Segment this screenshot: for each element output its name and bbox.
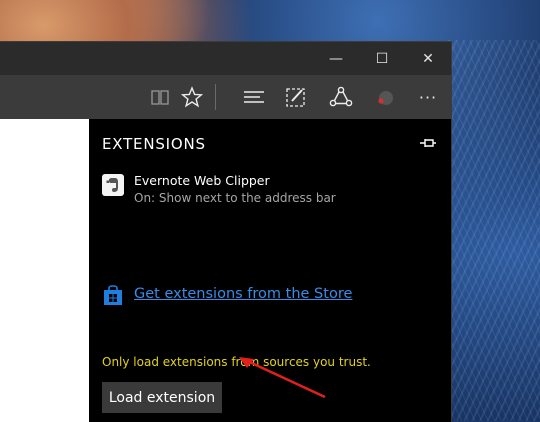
minimize-button[interactable]: — [313, 42, 359, 75]
minimize-icon: — [329, 50, 343, 67]
share-icon[interactable] [326, 82, 356, 112]
pin-icon[interactable] [419, 135, 437, 149]
panel-title: EXTENSIONS [102, 135, 206, 153]
hub-icon[interactable] [239, 82, 269, 112]
extension-status: On: Show next to the address bar [134, 191, 336, 205]
title-bar: — ☐ ✕ [0, 42, 451, 75]
wallpaper-snow-texture [448, 40, 540, 421]
extension-icon[interactable] [369, 82, 399, 112]
maximize-button[interactable]: ☐ [359, 42, 405, 75]
more-icon[interactable]: ··· [413, 82, 443, 112]
extension-name: Evernote Web Clipper [134, 173, 270, 188]
annotation-arrow [239, 357, 326, 399]
close-icon: ✕ [422, 50, 434, 67]
reading-view-icon[interactable] [145, 82, 175, 112]
extension-item-evernote[interactable]: Evernote Web Clipper On: Show next to th… [102, 172, 432, 212]
browser-window: — ☐ ✕ ··· EXTENSIONS Evernote Web Clippe… [0, 41, 452, 422]
page-content [0, 119, 89, 422]
close-button[interactable]: ✕ [405, 42, 451, 75]
evernote-icon [102, 174, 124, 196]
load-extension-button[interactable]: Load extension [102, 382, 222, 413]
maximize-icon: ☐ [375, 50, 389, 67]
get-extensions-link[interactable]: Get extensions from the Store [134, 286, 352, 302]
toolbar-divider [215, 84, 216, 110]
store-bag-icon [102, 284, 124, 306]
web-note-icon[interactable] [281, 82, 311, 112]
browser-toolbar: ··· [0, 75, 451, 119]
favorite-star-icon[interactable] [177, 82, 207, 112]
store-link-row: Get extensions from the Store [102, 284, 432, 308]
